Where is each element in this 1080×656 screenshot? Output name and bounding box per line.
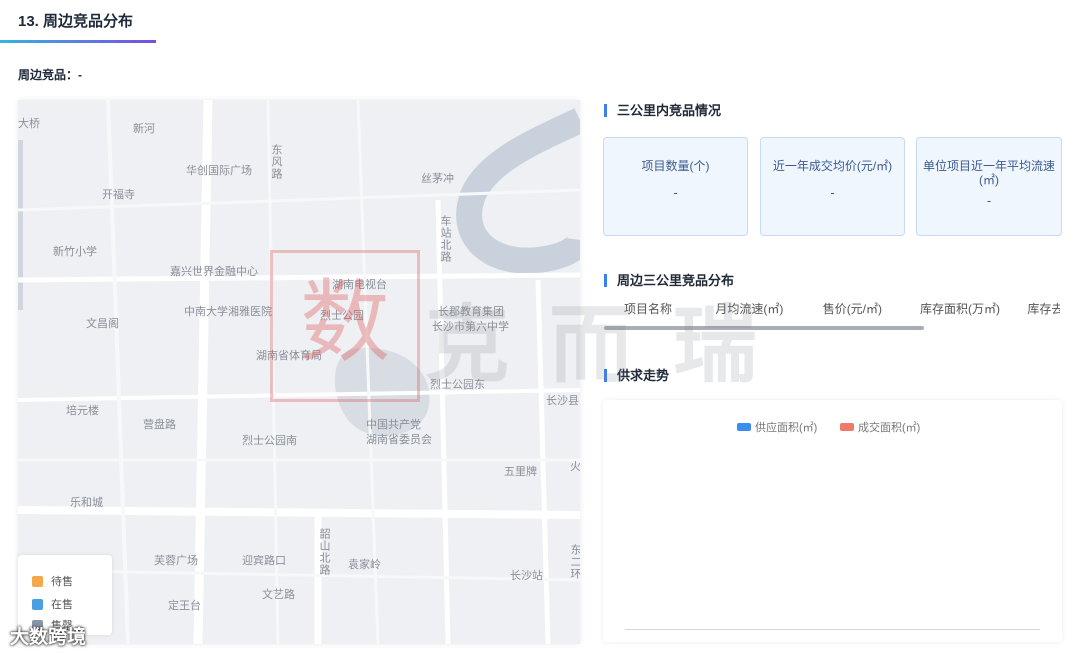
- three-km-title: 三公里内竞品情况: [604, 104, 721, 117]
- section-title: 13. 周边竞品分布: [18, 13, 134, 30]
- map-label: 华创国际广场: [186, 164, 252, 177]
- competitor-label: 周边竞品：-: [18, 68, 82, 82]
- map-label: 新河: [133, 122, 155, 135]
- stat-value: -: [830, 185, 835, 200]
- watermark-text: 克而瑞: [425, 298, 798, 392]
- chart-legend-supply[interactable]: 供应面积(㎡): [737, 419, 817, 435]
- stat-card-avg-price: 近一年成交均价(元/㎡) -: [760, 137, 905, 236]
- legend-swatch: [840, 423, 854, 431]
- column-header[interactable]: 售价(元/㎡): [823, 300, 917, 317]
- map-label: 培元楼: [66, 404, 99, 417]
- legend-label: 在售: [51, 599, 73, 611]
- stat-card-avg-velocity: 单位项目近一年平均流速(㎡) -: [916, 137, 1062, 236]
- map-label: 大桥: [18, 117, 40, 130]
- watermark-seal-text: 数: [300, 273, 390, 373]
- corner-brand: 大数跨境: [10, 627, 87, 648]
- column-header[interactable]: 库存面积(万㎡): [920, 300, 1024, 317]
- main-road-2: [18, 506, 580, 519]
- legend-label: 待售: [51, 576, 73, 588]
- map-label: 车站北路: [439, 215, 452, 263]
- legend-label: 成交面积(㎡): [858, 422, 921, 434]
- map-label: 芙蓉广场: [154, 554, 198, 567]
- stat-card-project-count: 项目数量(个) -: [603, 137, 748, 236]
- map-label: 火: [570, 460, 580, 473]
- chart-legend-deal[interactable]: 成交面积(㎡): [840, 419, 920, 435]
- chart-x-axis: [625, 629, 1040, 630]
- stat-label: 单位项目近一年平均流速(㎡): [922, 159, 1055, 187]
- map-label: 营盘路: [143, 418, 176, 431]
- map-label: 袁家岭: [348, 558, 381, 571]
- map-label: 中南大学湘雅医院: [184, 305, 272, 318]
- supply-demand-chart: 供应面积(㎡) 成交面积(㎡): [603, 400, 1062, 642]
- legend-swatch: [32, 575, 43, 587]
- main-road-1: [193, 100, 213, 644]
- watermark-seal: 数: [270, 250, 420, 402]
- legend-swatch: [32, 598, 43, 610]
- title-underline: [0, 40, 156, 43]
- map-label: 五里牌: [504, 465, 537, 478]
- legend-swatch: [737, 423, 751, 431]
- map-label: 丝茅冲: [421, 172, 454, 185]
- map-label: 长沙站: [510, 569, 543, 582]
- map-label: 韶山北路: [318, 528, 331, 576]
- legend-label: 供应面积(㎡): [755, 422, 818, 434]
- map-label: 新竹小学: [53, 245, 97, 258]
- map-label: 中国共产党: [366, 418, 421, 431]
- legend-item-on-sale[interactable]: 在售: [32, 596, 73, 612]
- stat-value: -: [986, 193, 992, 208]
- map-label: 迎宾路口: [242, 554, 286, 567]
- map-label: 文昌阁: [86, 317, 119, 330]
- map-label: 开福寺: [102, 188, 135, 201]
- stat-label: 项目数量(个): [641, 159, 710, 173]
- map-label: 烈士公园南: [242, 434, 297, 447]
- map-label: 文艺路: [262, 588, 295, 601]
- legend-item-pending[interactable]: 待售: [32, 573, 73, 589]
- map-label: 东二环: [569, 544, 580, 580]
- map-label: 乐和城: [70, 496, 103, 509]
- stat-label: 近一年成交均价(元/㎡): [772, 159, 893, 173]
- column-header[interactable]: 库存去化周期: [1027, 300, 1060, 317]
- map-label: 嘉兴世界金融中心: [170, 265, 258, 278]
- map-label: 东风路: [270, 144, 283, 180]
- map-label: 定王台: [168, 599, 201, 612]
- map-label: 湖南省委员会: [366, 433, 432, 446]
- stat-value: -: [673, 185, 678, 200]
